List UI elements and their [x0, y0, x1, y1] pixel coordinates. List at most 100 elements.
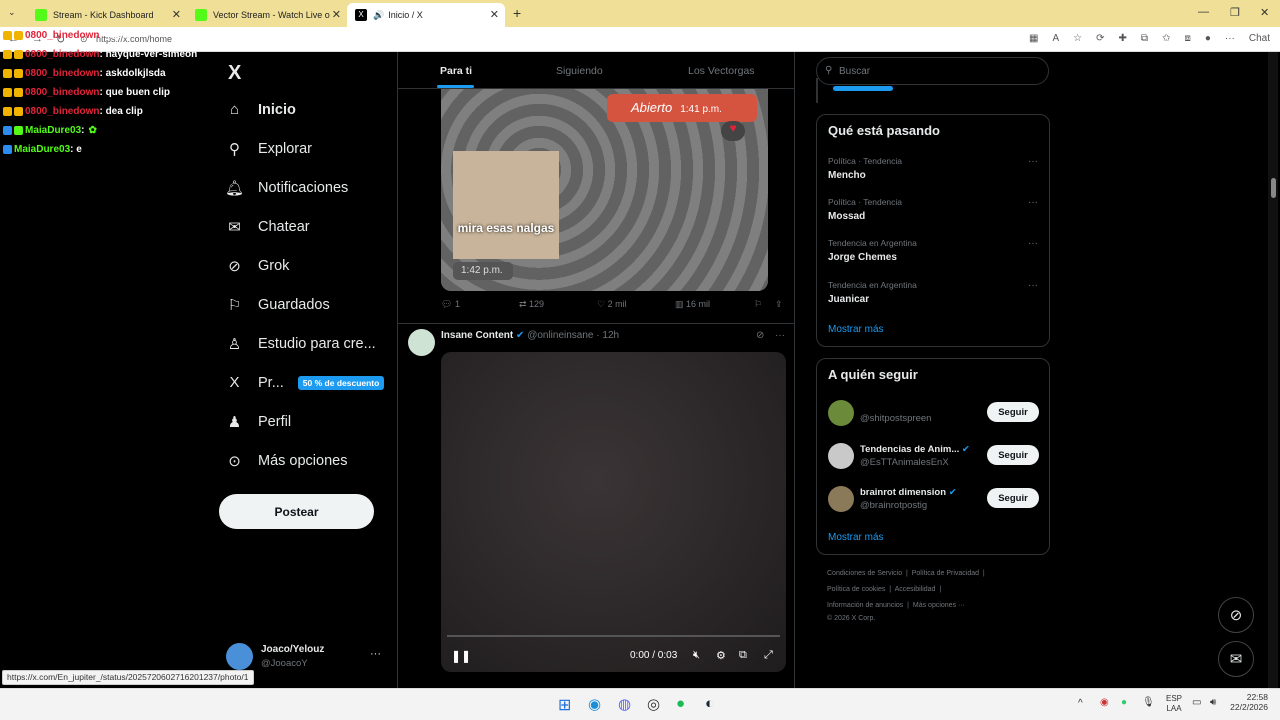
- app-icon[interactable]: ◎: [647, 695, 660, 713]
- footer-link[interactable]: Política de cookies: [827, 586, 885, 593]
- settings-icon[interactable]: ⚙: [716, 649, 726, 662]
- tweet-time[interactable]: · 12h: [596, 330, 619, 341]
- close-window-icon[interactable]: ✕: [1260, 6, 1269, 19]
- network-icon[interactable]: ▭: [1192, 697, 1201, 708]
- nav-item-grok[interactable]: ⊘ Grok: [226, 257, 289, 275]
- new-tab-button[interactable]: +: [513, 5, 521, 21]
- premium-button-fragment[interactable]: [833, 86, 893, 91]
- more-icon[interactable]: ···: [370, 648, 381, 660]
- edge-icon[interactable]: ◉: [588, 695, 601, 713]
- follow-button[interactable]: Seguir: [987, 402, 1039, 422]
- tab-list-chevron-icon[interactable]: ⌄: [8, 7, 16, 18]
- video-player[interactable]: ❚❚ 0:00 / 0:03 🔇︎ ⚙ ⧉ ⤢: [441, 352, 786, 672]
- language-indicator[interactable]: ESP LAA: [1164, 694, 1184, 714]
- puzzle-icon[interactable]: ✚: [1119, 33, 1127, 44]
- nav-item-creator-studio[interactable]: ♙ Estudio para cre...: [226, 335, 376, 353]
- follow-button[interactable]: Seguir: [987, 488, 1039, 508]
- post-button[interactable]: Postear: [219, 494, 374, 529]
- show-more-trends-link[interactable]: Mostrar más: [828, 324, 884, 335]
- close-tab-icon[interactable]: ✕: [490, 8, 499, 21]
- retweet-button[interactable]: ⇄ 129: [519, 299, 544, 310]
- copilot-chat-button[interactable]: Chat: [1249, 33, 1270, 44]
- nav-item-profile[interactable]: ♟ Perfil: [226, 413, 291, 431]
- spotify-icon[interactable]: ●: [676, 695, 685, 712]
- nav-item-more[interactable]: ⊙ Más opciones: [226, 452, 347, 470]
- volume-icon[interactable]: 🔊︎: [1210, 697, 1216, 708]
- author-name[interactable]: Insane Content: [441, 330, 513, 341]
- follow-button[interactable]: Seguir: [987, 445, 1039, 465]
- account-switcher[interactable]: Joaco/Yelouz @JooacoY ···: [226, 641, 386, 673]
- messages-float-button[interactable]: ✉: [1218, 641, 1254, 677]
- like-button[interactable]: ♡ 2 mil: [597, 299, 627, 310]
- bookmark-icon[interactable]: ⚐: [754, 299, 762, 310]
- nav-item-explore[interactable]: ⚲ Explorar: [226, 140, 312, 158]
- extensions-icon[interactable]: ⟳: [1096, 33, 1104, 44]
- menu-icon[interactable]: ···: [1225, 33, 1235, 44]
- favorites-list-icon[interactable]: ✩: [1162, 33, 1170, 44]
- mute-icon[interactable]: 🔇︎: [693, 649, 700, 662]
- avatar[interactable]: [408, 329, 435, 356]
- nav-item-premium[interactable]: X Pr... 50 % de descuento: [226, 374, 385, 391]
- trend-item[interactable]: Política · Tendencia Mossad: [828, 197, 902, 222]
- maximize-icon[interactable]: ❐: [1230, 6, 1240, 19]
- video-progress-bar[interactable]: [447, 635, 780, 637]
- nav-item-home[interactable]: ⌂ Inicio: [226, 101, 296, 118]
- discord-icon[interactable]: ◍: [618, 695, 631, 713]
- nav-item-bookmarks[interactable]: ⚐ Guardados: [226, 296, 330, 314]
- favorite-icon[interactable]: ☆: [1073, 33, 1082, 44]
- scrollbar[interactable]: [1268, 52, 1278, 688]
- close-tab-icon[interactable]: ✕: [172, 8, 181, 21]
- scrollbar-thumb[interactable]: [1271, 178, 1276, 198]
- trend-item[interactable]: Tendencia en Argentina Juanicar: [828, 280, 917, 305]
- split-icon[interactable]: ⧉: [1141, 33, 1148, 44]
- trend-item[interactable]: Política · Tendencia Mencho: [828, 156, 902, 181]
- reply-button[interactable]: 💬︎ 1: [441, 299, 460, 310]
- trend-item[interactable]: Tendencia en Argentina Jorge Chemes: [828, 238, 917, 263]
- collections-icon[interactable]: ⧈: [1184, 33, 1190, 44]
- follow-suggestion[interactable]: @shitpostspreen: [828, 400, 931, 426]
- pause-icon[interactable]: ❚❚: [451, 649, 471, 663]
- more-icon[interactable]: ···: [1028, 156, 1038, 167]
- mic-icon[interactable]: 🎙︎: [1142, 697, 1155, 708]
- tray-status-icon[interactable]: ●: [1121, 697, 1127, 708]
- close-tab-icon[interactable]: ✕: [332, 8, 341, 21]
- follow-suggestion[interactable]: brainrot dimension ✔ @brainrotpostig: [828, 486, 957, 512]
- app-icon[interactable]: ▦: [1029, 33, 1038, 44]
- footer-link[interactable]: Política de Privacidad: [912, 570, 979, 577]
- footer-link[interactable]: Más opciones ···: [913, 602, 965, 609]
- tweet-image[interactable]: Abierto 1:41 p.m. ♥ mira esas nalgas 1:42…: [441, 89, 768, 291]
- profile-icon[interactable]: ●: [1205, 33, 1211, 44]
- footer-link[interactable]: Accesibilidad: [895, 586, 936, 593]
- more-icon[interactable]: ···: [1028, 280, 1038, 291]
- x-logo-icon[interactable]: X: [228, 62, 241, 85]
- read-aloud-icon[interactable]: A: [1053, 33, 1060, 44]
- follow-suggestion[interactable]: Tendencias de Anim... ✔ @EsTTAnimalesEnX: [828, 443, 970, 469]
- share-icon[interactable]: ⇪: [775, 299, 783, 310]
- start-icon[interactable]: ⊞: [558, 695, 571, 715]
- steam-icon[interactable]: ◐: [705, 695, 714, 712]
- nav-item-chat[interactable]: ✉ Chatear: [226, 218, 309, 236]
- minimize-icon[interactable]: —: [1198, 6, 1209, 18]
- pip-icon[interactable]: ⧉: [739, 649, 747, 662]
- tray-app-icon[interactable]: ◉: [1100, 697, 1109, 708]
- clock[interactable]: 22:58 22/2/2026: [1226, 692, 1268, 712]
- footer-link[interactable]: Condiciones de Servicio: [827, 570, 902, 577]
- tray-chevron-icon[interactable]: ^: [1078, 698, 1083, 709]
- browser-tab-vector[interactable]: Vector Stream - Watch Live o ✕: [187, 3, 347, 27]
- views-button[interactable]: ▥ 16 mil: [675, 299, 710, 310]
- fullscreen-icon[interactable]: ⤢: [764, 649, 773, 662]
- browser-tab-x[interactable]: X 🔊 Inicio / X ✕: [347, 3, 505, 27]
- tab-for-you[interactable]: Para ti: [440, 65, 472, 77]
- search-input[interactable]: ⚲ Buscar: [816, 57, 1049, 85]
- footer-link[interactable]: Información de anuncios: [827, 602, 903, 609]
- more-icon[interactable]: ···: [775, 330, 785, 341]
- show-more-follow-link[interactable]: Mostrar más: [828, 532, 884, 543]
- grok-icon[interactable]: ⊘: [756, 330, 764, 341]
- grok-float-button[interactable]: ⊘: [1218, 597, 1254, 633]
- author-handle[interactable]: @onlineinsane: [527, 330, 593, 341]
- nav-item-notifications[interactable]: 🔔︎ Notificaciones: [225, 179, 348, 197]
- more-icon[interactable]: ···: [1028, 238, 1038, 249]
- more-icon[interactable]: ···: [1028, 197, 1038, 208]
- tab-following[interactable]: Siguiendo: [556, 65, 603, 77]
- tab-vectorgas[interactable]: Los Vectorgas: [688, 65, 755, 77]
